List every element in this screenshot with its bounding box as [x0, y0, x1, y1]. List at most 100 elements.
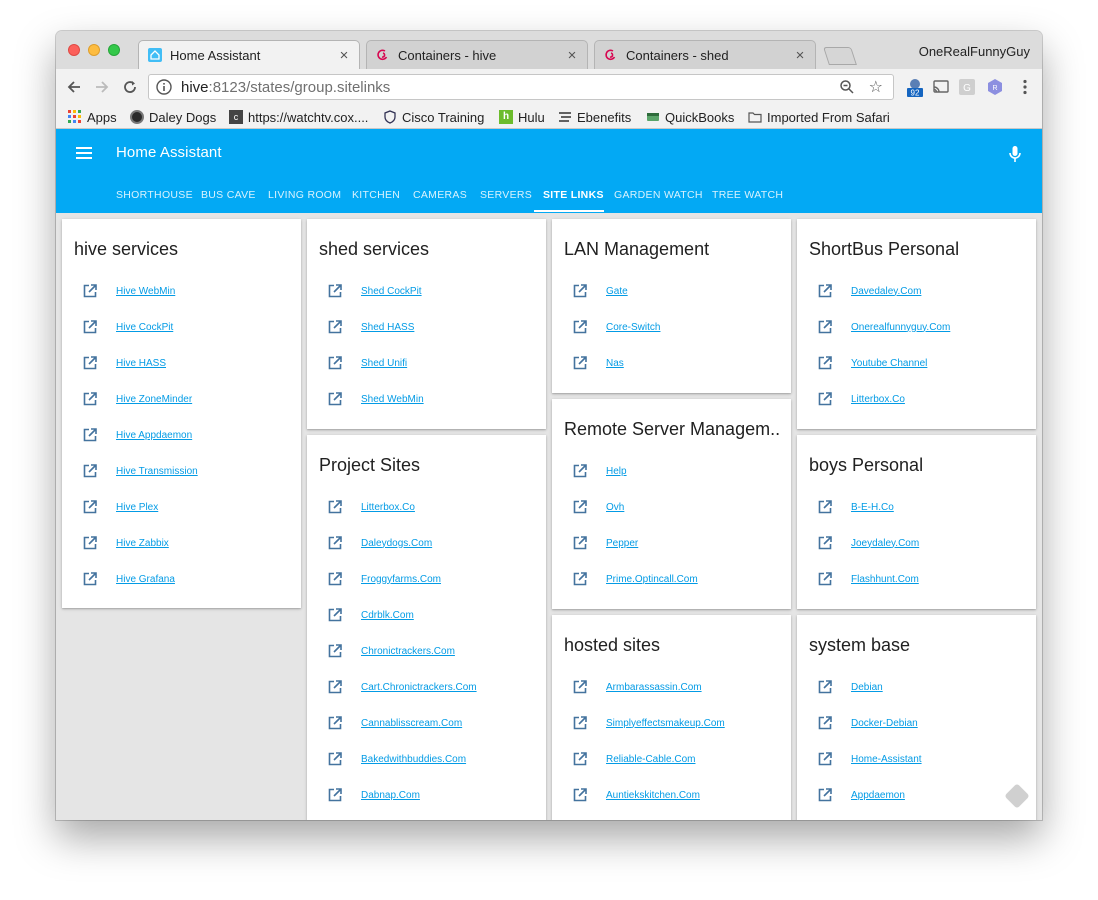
close-tab-icon[interactable]: × [565, 47, 579, 64]
link-row[interactable]: Shed Unifi [327, 353, 407, 373]
link-row[interactable]: Chronictrackers.Com [327, 641, 455, 661]
site-link[interactable]: Simplyeffectsmakeup.Com [606, 718, 725, 729]
browser-tab-home-assistant[interactable]: Home Assistant × [138, 40, 360, 69]
tab-living-room[interactable]: LIVING ROOM [268, 189, 341, 201]
link-row[interactable]: Shed HASS [327, 317, 414, 337]
link-row[interactable]: Shed CockPit [327, 281, 422, 301]
site-link[interactable]: Shed HASS [361, 322, 414, 333]
link-row[interactable]: Nas [572, 353, 624, 373]
link-row[interactable]: Hive Plex [82, 497, 158, 517]
link-row[interactable]: Davedaley.Com [817, 281, 921, 301]
site-link[interactable]: Cannablisscream.Com [361, 718, 462, 729]
site-link[interactable]: B-E-H.Co [851, 502, 894, 513]
link-row[interactable]: Cdrblk.Com [327, 605, 414, 625]
link-row[interactable]: Youtube Channel [817, 353, 927, 373]
link-row[interactable]: Flashhunt.Com [817, 569, 919, 589]
link-row[interactable]: Joeydaley.Com [817, 533, 919, 553]
link-row[interactable]: B-E-H.Co [817, 497, 894, 517]
link-row[interactable]: Litterbox.Co [817, 389, 905, 409]
link-row[interactable]: Dabnap.Com [327, 785, 420, 805]
close-tab-icon[interactable]: × [337, 47, 351, 64]
link-row[interactable]: Cart.Chronictrackers.Com [327, 677, 477, 697]
site-link[interactable]: Cdrblk.Com [361, 610, 414, 621]
link-row[interactable]: Hive CockPit [82, 317, 173, 337]
link-row[interactable]: Hive Grafana [82, 569, 175, 589]
link-row[interactable]: Docker-Debian [817, 713, 918, 733]
site-link[interactable]: Help [606, 466, 627, 477]
site-link[interactable]: Debian [851, 682, 883, 693]
bookmark-star-icon[interactable]: ☆ [869, 77, 883, 97]
link-row[interactable]: Hive Transmission [82, 461, 198, 481]
link-row[interactable]: Core-Switch [572, 317, 660, 337]
link-row[interactable]: Hive Appdaemon [82, 425, 192, 445]
link-row[interactable]: Simplyeffectsmakeup.Com [572, 713, 725, 733]
site-link[interactable]: Litterbox.Co [361, 502, 415, 513]
link-row[interactable]: Hive Zabbix [82, 533, 169, 553]
microphone-icon[interactable] [1008, 145, 1022, 163]
address-bar[interactable]: hive:8123/states/group.sitelinks ☆ [148, 74, 894, 100]
minimize-window-button[interactable] [88, 44, 100, 56]
site-link[interactable]: Hive Grafana [116, 574, 175, 585]
link-row[interactable]: Hive WebMin [82, 281, 175, 301]
info-icon[interactable] [155, 78, 173, 96]
site-link[interactable]: Appdaemon [851, 790, 905, 801]
tab-kitchen[interactable]: KITCHEN [352, 189, 400, 201]
tab-garden-watch[interactable]: GARDEN WATCH [614, 189, 703, 201]
site-link[interactable]: Davedaley.Com [851, 286, 921, 297]
site-link[interactable]: Hive ZoneMinder [116, 394, 192, 405]
site-link[interactable]: Youtube Channel [851, 358, 927, 369]
site-link[interactable]: Reliable-Cable.Com [606, 754, 695, 765]
site-link[interactable]: Gate [606, 286, 628, 297]
bookmark-imported-folder[interactable]: Imported From Safari [748, 108, 890, 126]
site-link[interactable]: Litterbox.Co [851, 394, 905, 405]
link-row[interactable]: Help [572, 461, 627, 481]
link-row[interactable]: Reliable-Cable.Com [572, 749, 695, 769]
bookmark-apps[interactable]: Apps [68, 108, 117, 126]
bookmark-daley-dogs[interactable]: Daley Dogs [130, 108, 216, 126]
link-row[interactable]: Debian [817, 677, 883, 697]
site-link[interactable]: Bakedwithbuddies.Com [361, 754, 466, 765]
bookmark-ebenefits[interactable]: Ebenefits [558, 108, 631, 126]
link-row[interactable]: Auntiekskitchen.Com [572, 785, 700, 805]
link-row[interactable]: Prime.Optincall.Com [572, 569, 698, 589]
site-link[interactable]: Docker-Debian [851, 718, 918, 729]
site-link[interactable]: Hive CockPit [116, 322, 173, 333]
site-link[interactable]: Dabnap.Com [361, 790, 420, 801]
site-link[interactable]: Daleydogs.Com [361, 538, 432, 549]
link-row[interactable]: Froggyfarms.Com [327, 569, 441, 589]
site-link[interactable]: Shed CockPit [361, 286, 422, 297]
extension-badge-icon[interactable]: 92 [906, 78, 924, 98]
link-row[interactable]: Home-Assistant [817, 749, 922, 769]
link-row[interactable]: Daleydogs.Com [327, 533, 432, 553]
cast-icon[interactable] [932, 78, 950, 96]
site-link[interactable]: Hive Plex [116, 502, 158, 513]
link-row[interactable]: Cannablisscream.Com [327, 713, 462, 733]
site-link[interactable]: Home-Assistant [851, 754, 922, 765]
site-link[interactable]: Shed WebMin [361, 394, 424, 405]
browser-tab-containers-shed[interactable]: Containers - shed × [594, 40, 816, 69]
site-link[interactable]: Flashhunt.Com [851, 574, 919, 585]
link-row[interactable]: Ovh [572, 497, 624, 517]
back-button[interactable] [62, 75, 86, 99]
bookmark-cisco-training[interactable]: Cisco Training [383, 108, 484, 126]
link-row[interactable]: Pepper [572, 533, 638, 553]
link-row[interactable]: Hive HASS [82, 353, 166, 373]
link-row[interactable]: Armbarassassin.Com [572, 677, 702, 697]
grammarly-icon[interactable]: G [958, 78, 976, 96]
zoom-window-button[interactable] [108, 44, 120, 56]
site-link[interactable]: Hive Zabbix [116, 538, 169, 549]
bookmark-hulu[interactable]: h Hulu [499, 108, 545, 126]
site-link[interactable]: Joeydaley.Com [851, 538, 919, 549]
tab-site-links[interactable]: SITE LINKS [543, 189, 604, 201]
link-row[interactable]: Gate [572, 281, 628, 301]
link-row[interactable]: Shed WebMin [327, 389, 424, 409]
forward-button[interactable] [90, 75, 114, 99]
new-tab-button[interactable] [823, 47, 857, 65]
tab-bus-cave[interactable]: BUS CAVE [201, 189, 256, 201]
link-row[interactable]: Bakedwithbuddies.Com [327, 749, 466, 769]
link-row[interactable]: Onerealfunnyguy.Com [817, 317, 950, 337]
link-row[interactable]: Appdaemon [817, 785, 905, 805]
browser-tab-containers-hive[interactable]: Containers - hive × [366, 40, 588, 69]
site-link[interactable]: Cart.Chronictrackers.Com [361, 682, 477, 693]
close-tab-icon[interactable]: × [793, 47, 807, 64]
